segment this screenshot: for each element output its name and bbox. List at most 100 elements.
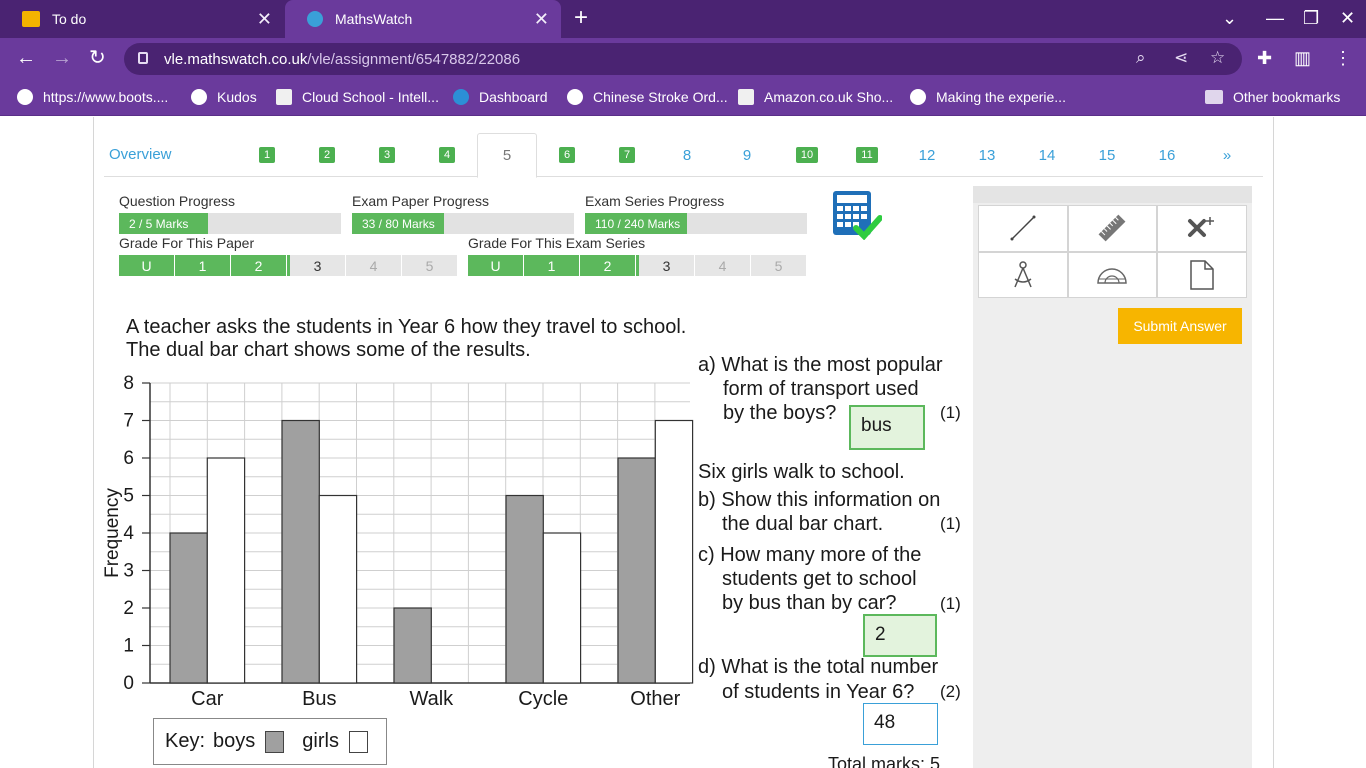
question-tab-16[interactable]: 16 xyxy=(1137,133,1197,177)
question-tab-2[interactable]: 2 xyxy=(297,133,357,177)
window-close-icon[interactable]: ✕ xyxy=(1340,8,1355,29)
question-tab-1[interactable]: 1 xyxy=(237,133,297,177)
bookmark-label: Dashboard xyxy=(479,89,548,105)
bookmark-kudos[interactable]: Kudos xyxy=(191,89,257,105)
bar-boys-car xyxy=(169,532,208,684)
submit-answer-button[interactable]: Submit Answer xyxy=(1118,308,1242,344)
tab-mathswatch[interactable]: MathsWatch ✕ xyxy=(285,0,561,38)
grade-cell: U xyxy=(119,255,175,276)
menu-icon[interactable]: ⋮ xyxy=(1334,48,1352,69)
address-bar[interactable]: vle.mathswatch.co.uk/vle/assignment/6547… xyxy=(124,43,1242,75)
total-marks: Total marks: 5 xyxy=(828,754,941,768)
compass-icon[interactable] xyxy=(978,251,1068,298)
extensions-icon[interactable]: ✚ xyxy=(1257,48,1272,69)
y-tick-label: 0 xyxy=(123,673,134,694)
question-progress-label: Question Progress xyxy=(119,193,235,209)
question-tab-label: 6 xyxy=(558,147,576,163)
part-a-answer-input[interactable]: bus xyxy=(849,405,925,450)
grade-cell: 3 xyxy=(636,255,695,276)
new-tab-icon[interactable]: + xyxy=(574,6,588,30)
part-a-marks: (1) xyxy=(940,403,961,422)
question-tab-label: 3 xyxy=(378,147,396,163)
grade-cell: 1 xyxy=(175,255,231,276)
bookmarks-bar: https://www.boots.... Kudos Cloud School… xyxy=(0,80,1366,116)
question-tab-6[interactable]: 6 xyxy=(537,133,597,177)
question-tab-4[interactable]: 4 xyxy=(417,133,477,177)
part-a-line-2: form of transport used xyxy=(723,378,919,400)
bookmark-making[interactable]: Making the experie... xyxy=(910,89,1066,105)
point-icon[interactable] xyxy=(1157,205,1247,252)
question-tab-13[interactable]: 13 xyxy=(957,133,1017,177)
x-tick-label-bus: Bus xyxy=(302,688,336,710)
close-icon[interactable]: ✕ xyxy=(534,9,549,30)
x-tick-label-cycle: Cycle xyxy=(518,688,568,710)
series-grade-scale: U12345 xyxy=(468,255,807,276)
bookmark-amazon[interactable]: Amazon.co.uk Sho... xyxy=(738,89,893,105)
question-tab-9[interactable]: 9 xyxy=(717,133,777,177)
tool-panel: Submit Answer xyxy=(973,186,1252,768)
line-tool-icon[interactable] xyxy=(978,205,1068,252)
bookmark-label: Kudos xyxy=(217,89,257,105)
y-tick-label: 2 xyxy=(123,598,134,619)
question-tab-8[interactable]: 8 xyxy=(657,133,717,177)
restore-icon[interactable]: ❐ xyxy=(1303,8,1319,29)
paper-progress-label: Exam Paper Progress xyxy=(352,193,489,209)
globe-icon xyxy=(567,89,583,105)
question-tab-label: 2 xyxy=(318,147,336,163)
question-tab-7[interactable]: 7 xyxy=(597,133,657,177)
reload-icon[interactable]: ↻ xyxy=(89,46,106,70)
side-panel-icon[interactable]: ▥ xyxy=(1294,48,1311,69)
forward-arrow-icon[interactable]: → xyxy=(52,46,72,70)
zoom-icon[interactable]: ⌕ xyxy=(1136,48,1146,68)
page-icon[interactable] xyxy=(1157,251,1247,298)
bar-girls-bus xyxy=(318,494,358,684)
star-icon[interactable]: ☆ xyxy=(1210,48,1225,68)
tab-search-chevron-icon[interactable]: ⌄ xyxy=(1222,8,1237,29)
bookmark-dashboard[interactable]: Dashboard xyxy=(453,89,548,105)
y-tick-label: 6 xyxy=(123,448,134,469)
tab-title: To do xyxy=(52,11,87,27)
overview-link[interactable]: Overview xyxy=(109,146,172,163)
tab-todo[interactable]: To do ✕ xyxy=(0,0,284,38)
question-tab-3[interactable]: 3 xyxy=(357,133,417,177)
protractor-icon[interactable] xyxy=(1067,251,1158,298)
key-girls-swatch xyxy=(348,730,368,753)
question-progress-fill: 2 / 5 Marks xyxy=(119,213,208,234)
question-tab-14[interactable]: 14 xyxy=(1017,133,1077,177)
paper-grade-scale: U12345 xyxy=(119,255,458,276)
question-tab-15[interactable]: 15 xyxy=(1077,133,1137,177)
question-progress-bar: 2 / 5 Marks xyxy=(119,213,341,234)
question-tab-10[interactable]: 10 xyxy=(777,133,837,177)
series-progress-bar: 110 / 240 Marks xyxy=(585,213,807,234)
minimize-icon[interactable]: — xyxy=(1266,8,1284,29)
part-c-line-1: c) How many more of the xyxy=(698,544,922,566)
part-d-answer-input[interactable]: 48 xyxy=(863,703,938,745)
question-tab-11[interactable]: 11 xyxy=(837,133,897,177)
calculator-allowed-icon xyxy=(833,191,882,240)
dual-bar-chart[interactable]: 0 1 2 3 4 5 6 7 8 Frequency Car Bus Walk Cycle Other xyxy=(98,368,698,713)
bookmark-chinese-stroke[interactable]: Chinese Stroke Ord... xyxy=(567,89,728,105)
key-boys-swatch xyxy=(265,730,285,753)
more-questions-link[interactable]: » xyxy=(1197,133,1257,177)
question-tab-12[interactable]: 12 xyxy=(897,133,957,177)
question-tab-5[interactable]: 5 xyxy=(477,133,537,178)
bar-boys-bus xyxy=(281,419,320,684)
part-c-answer-input[interactable]: 2 xyxy=(863,614,937,657)
globe-icon xyxy=(910,89,926,105)
key-girls-label: girls xyxy=(302,730,339,752)
close-icon[interactable]: ✕ xyxy=(257,9,272,30)
back-arrow-icon[interactable]: ← xyxy=(16,46,36,70)
url-host: vle.mathswatch.co.uk xyxy=(164,50,308,68)
question-tab-label: 15 xyxy=(1098,146,1116,164)
grade-cell: 2 xyxy=(580,255,636,276)
bookmark-other[interactable]: Other bookmarks xyxy=(1205,89,1340,105)
bookmark-boots[interactable]: https://www.boots.... xyxy=(17,89,168,105)
cloud-school-icon xyxy=(276,89,292,105)
grade-cell: 3 xyxy=(287,255,346,276)
share-icon[interactable]: ⋖ xyxy=(1174,48,1188,68)
x-tick-label-other: Other xyxy=(630,688,680,710)
bookmark-cloud-school[interactable]: Cloud School - Intell... xyxy=(276,89,439,105)
ruler-icon[interactable] xyxy=(1067,205,1158,252)
question-tab-label: 4 xyxy=(438,147,456,163)
grade-cell: 5 xyxy=(402,255,458,276)
